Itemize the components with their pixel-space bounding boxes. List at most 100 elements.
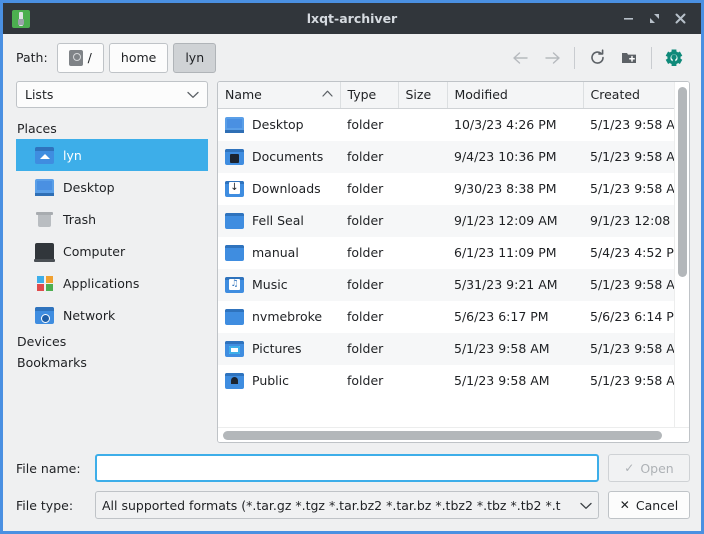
drive-icon xyxy=(69,50,83,66)
vertical-scrollbar-thumb[interactable] xyxy=(678,87,687,277)
file-size-cell xyxy=(398,205,447,237)
downloads-folder-icon xyxy=(225,181,244,197)
cancel-button[interactable]: ✕ Cancel xyxy=(608,491,690,519)
public-folder-icon xyxy=(225,373,244,389)
documents-folder-icon xyxy=(225,149,244,165)
network-icon xyxy=(35,307,54,324)
close-x-icon: ✕ xyxy=(620,498,630,512)
lists-combobox[interactable]: Lists xyxy=(16,81,208,108)
sidebar-item-label: Desktop xyxy=(63,180,115,195)
window-title: lxqt-archiver xyxy=(3,11,701,26)
back-icon[interactable] xyxy=(504,43,536,73)
filetype-label: File type: xyxy=(16,498,86,513)
forward-icon[interactable] xyxy=(536,43,568,73)
column-header-modified[interactable]: Modified xyxy=(447,82,583,108)
sidebar-group-bookmarks[interactable]: Bookmarks xyxy=(16,352,208,373)
column-header-type[interactable]: Type xyxy=(340,82,398,108)
column-header-created[interactable]: Created xyxy=(583,82,674,108)
sidebar-item-label: Trash xyxy=(63,212,96,227)
sort-ascending-icon xyxy=(322,90,333,100)
file-type-cell: folder xyxy=(340,173,398,205)
chevron-down-icon xyxy=(580,498,592,513)
file-modified-cell: 9/1/23 12:09 AM xyxy=(447,205,583,237)
file-size-cell xyxy=(398,269,447,301)
settings-gear-icon[interactable] xyxy=(658,43,690,73)
column-header-name[interactable]: Name xyxy=(218,82,340,108)
table-row[interactable]: Public folder 5/1/23 9:58 AM 5/1/23 9:58… xyxy=(218,365,674,397)
file-type-combobox[interactable]: All supported formats (*.tar.gz *.tgz *.… xyxy=(95,491,599,519)
file-type-cell: folder xyxy=(340,333,398,365)
open-button[interactable]: ✓ Open xyxy=(608,454,690,482)
monitor-folder-icon xyxy=(225,117,244,133)
titlebar: lxqt-archiver xyxy=(3,3,701,34)
breadcrumb-home[interactable]: home xyxy=(109,43,168,73)
breadcrumb-root-label: / xyxy=(88,50,92,65)
sidebar-group-devices[interactable]: Devices xyxy=(16,331,208,352)
column-header-size[interactable]: Size xyxy=(398,82,447,108)
breadcrumb-root[interactable]: / xyxy=(57,43,104,73)
check-icon: ✓ xyxy=(624,461,634,475)
filetype-row: File type: All supported formats (*.tar.… xyxy=(16,491,690,519)
file-modified-cell: 6/1/23 11:09 PM xyxy=(447,237,583,269)
close-icon[interactable] xyxy=(668,7,692,31)
sidebar-item-label: Computer xyxy=(63,244,125,259)
folder-icon xyxy=(225,309,244,325)
file-name-label: Music xyxy=(252,277,288,292)
path-label: Path: xyxy=(16,50,48,65)
archive-open-dialog-window: lxqt-archiver Path: / xyxy=(0,0,704,534)
table-row[interactable]: Desktop folder 10/3/23 4:26 PM 5/1/23 9:… xyxy=(218,108,674,141)
file-type-cell: folder xyxy=(340,237,398,269)
file-name-input[interactable] xyxy=(95,454,599,482)
file-name-label: Desktop xyxy=(252,117,304,132)
places-list: Places lyn Desktop Trash Computer xyxy=(16,118,208,454)
file-created-cell: 5/4/23 4:52 PM xyxy=(583,237,674,269)
cancel-button-label: Cancel xyxy=(636,498,678,513)
sidebar-item-applications[interactable]: Applications xyxy=(16,267,208,299)
reload-icon[interactable] xyxy=(581,43,613,73)
file-created-cell: 9/1/23 12:08 AM xyxy=(583,205,674,237)
breadcrumb-lyn[interactable]: lyn xyxy=(173,43,216,73)
file-modified-cell: 5/31/23 9:21 AM xyxy=(447,269,583,301)
breadcrumb-lyn-label: lyn xyxy=(185,50,204,65)
table-row[interactable]: Downloads folder 9/30/23 8:38 PM 5/1/23 … xyxy=(218,173,674,205)
minimize-icon[interactable] xyxy=(616,7,640,31)
file-type-cell: folder xyxy=(340,108,398,141)
new-folder-icon[interactable] xyxy=(613,43,645,73)
sidebar-item-network[interactable]: Network xyxy=(16,299,208,331)
archive-zipper-icon xyxy=(12,10,30,28)
file-size-cell xyxy=(398,333,447,365)
dialog-body: Lists Places lyn Desktop Trash xyxy=(3,81,701,454)
table-row[interactable]: nvmebroke folder 5/6/23 6:17 PM 5/6/23 6… xyxy=(218,301,674,333)
desktop-icon xyxy=(35,179,54,196)
open-button-label: Open xyxy=(640,461,673,476)
table-row[interactable]: Fell Seal folder 9/1/23 12:09 AM 9/1/23 … xyxy=(218,205,674,237)
file-name-cell: Music xyxy=(218,269,340,301)
pictures-folder-icon xyxy=(225,341,244,357)
file-name-label: manual xyxy=(252,245,299,260)
file-created-cell: 5/1/23 9:58 AM xyxy=(583,108,674,141)
vertical-scrollbar[interactable] xyxy=(674,82,689,427)
sidebar-item-desktop[interactable]: Desktop xyxy=(16,171,208,203)
horizontal-scrollbar-thumb[interactable] xyxy=(223,431,662,440)
music-folder-icon xyxy=(225,277,244,293)
maximize-icon[interactable] xyxy=(642,7,666,31)
file-name-cell: manual xyxy=(218,237,340,269)
table-row[interactable]: Music folder 5/31/23 9:21 AM 5/1/23 9:58… xyxy=(218,269,674,301)
sidebar-item-label: lyn xyxy=(63,148,82,163)
sidebar-item-trash[interactable]: Trash xyxy=(16,203,208,235)
file-name-label: Pictures xyxy=(252,341,302,356)
table-row[interactable]: manual folder 6/1/23 11:09 PM 5/4/23 4:5… xyxy=(218,237,674,269)
computer-icon xyxy=(35,243,54,260)
sidebar-item-lyn[interactable]: lyn xyxy=(16,139,208,171)
file-name-cell: Fell Seal xyxy=(218,205,340,237)
column-header-label: Type xyxy=(348,87,377,102)
table-row[interactable]: Pictures folder 5/1/23 9:58 AM 5/1/23 9:… xyxy=(218,333,674,365)
file-modified-cell: 5/1/23 9:58 AM xyxy=(447,365,583,397)
table-row[interactable]: Documents folder 9/4/23 10:36 PM 5/1/23 … xyxy=(218,141,674,173)
folder-icon xyxy=(225,213,244,229)
horizontal-scrollbar[interactable] xyxy=(218,427,689,442)
file-type-cell: folder xyxy=(340,205,398,237)
file-list-pane: Name Type Size Modified Created xyxy=(217,81,690,443)
sidebar-item-computer[interactable]: Computer xyxy=(16,235,208,267)
filename-label: File name: xyxy=(16,461,86,476)
